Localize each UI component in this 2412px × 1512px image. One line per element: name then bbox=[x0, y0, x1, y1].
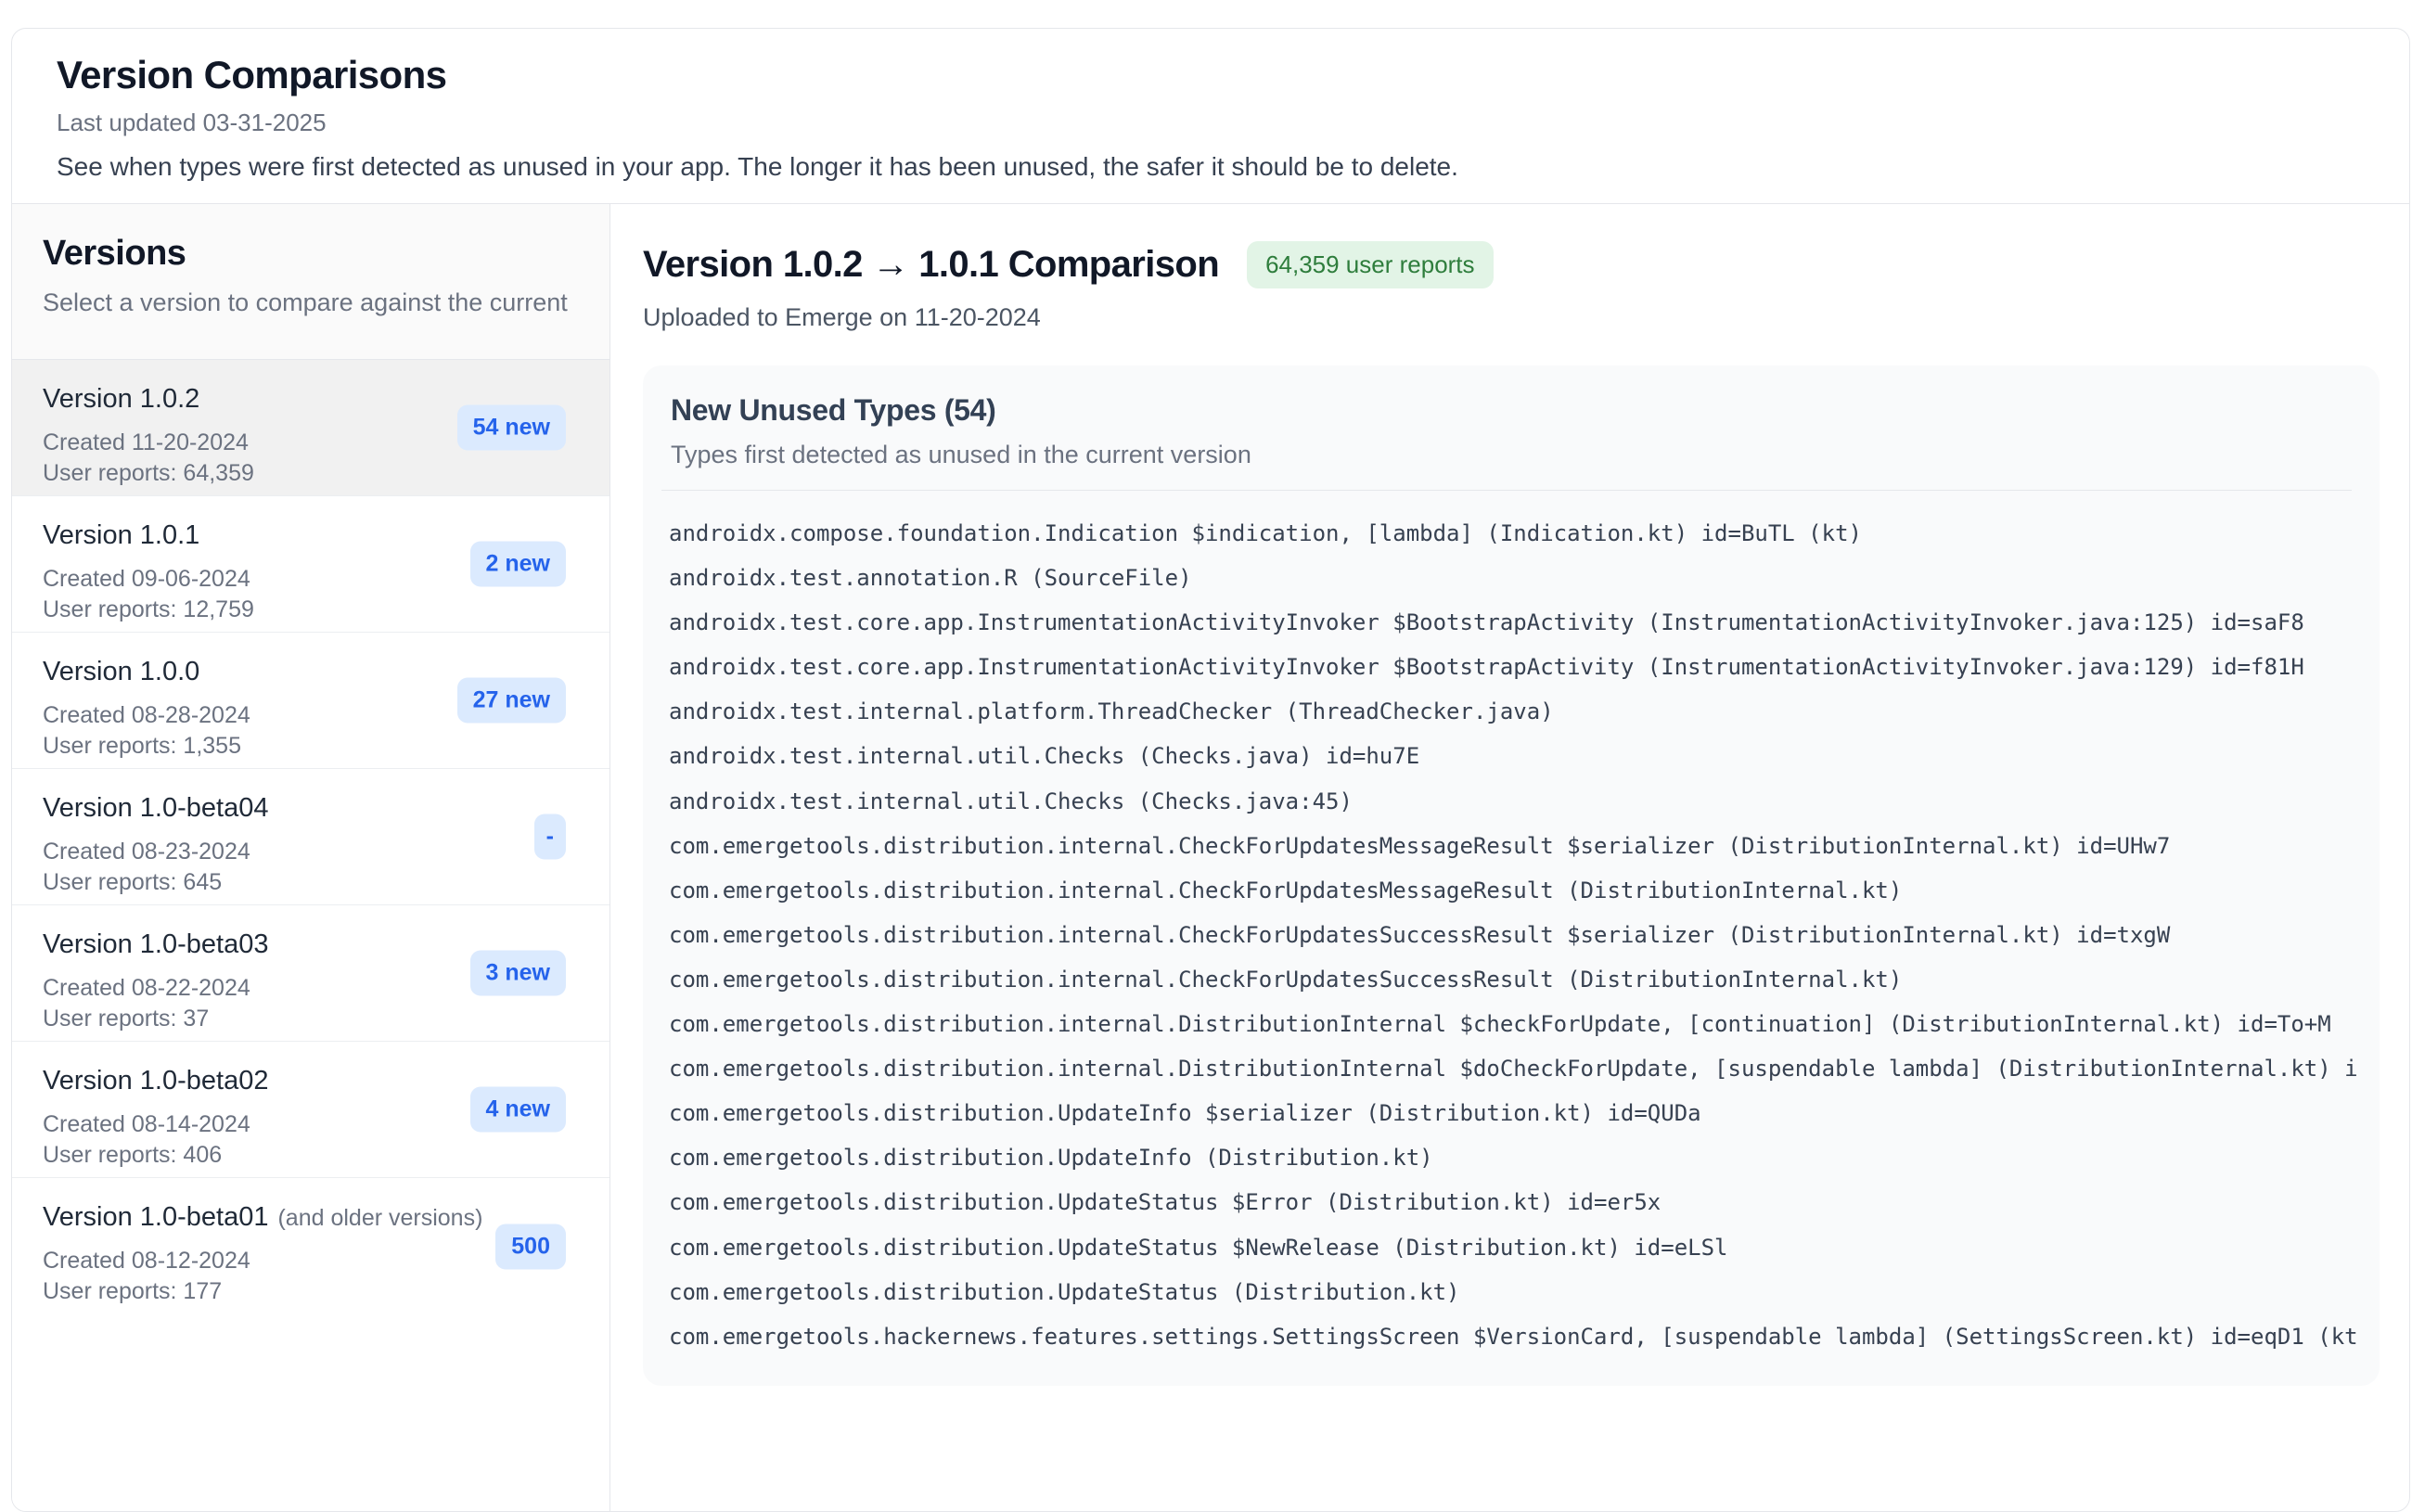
comparison-title: Version 1.0.2 → 1.0.1 Comparison bbox=[643, 244, 1219, 286]
page-description: See when types were first detected as un… bbox=[57, 152, 2365, 182]
unused-type-entry: com.emergetools.distribution.internal.Ch… bbox=[669, 868, 2380, 913]
versions-sidebar: Versions Select a version to compare aga… bbox=[12, 204, 610, 1511]
version-name-suffix: (and older versions) bbox=[277, 1205, 482, 1231]
unused-type-entry: androidx.test.core.app.InstrumentationAc… bbox=[669, 600, 2380, 645]
unused-type-entry: androidx.test.annotation.R (SourceFile) bbox=[669, 556, 2380, 600]
version-reports: User reports: 406 bbox=[43, 1140, 535, 1171]
version-created: Created 08-12-2024 bbox=[43, 1246, 535, 1276]
comparison-title-row: Version 1.0.2 → 1.0.1 Comparison 64,359 … bbox=[643, 241, 2380, 288]
new-count-badge: 54 new bbox=[457, 405, 566, 451]
version-reports: User reports: 645 bbox=[43, 867, 535, 898]
new-count-badge: 4 new bbox=[470, 1087, 566, 1133]
card-subtitle: Types first detected as unused in the cu… bbox=[671, 441, 2352, 469]
version-name: Version 1.0.2 bbox=[43, 384, 199, 414]
version-item-title: Version 1.0-beta03 bbox=[43, 929, 535, 960]
page-title: Version Comparisons bbox=[57, 53, 2365, 97]
version-created: Created 09-06-2024 bbox=[43, 564, 535, 595]
version-created: Created 08-22-2024 bbox=[43, 973, 535, 1004]
unused-type-entry: com.emergetools.distribution.internal.Ch… bbox=[669, 824, 2380, 868]
version-comparisons-panel: Version Comparisons Last updated 03-31-2… bbox=[11, 28, 2410, 1512]
sidebar-title: Versions bbox=[43, 234, 576, 274]
unused-type-entry: com.emergetools.distribution.internal.Ch… bbox=[669, 957, 2380, 1002]
unused-types-list: androidx.compose.foundation.Indication $… bbox=[643, 491, 2380, 1359]
unused-type-entry: com.emergetools.distribution.UpdateStatu… bbox=[669, 1180, 2380, 1224]
unused-type-entry: com.emergetools.distribution.internal.Di… bbox=[669, 1046, 2380, 1091]
version-list: Version 1.0.2 Created 11-20-2024 User re… bbox=[12, 360, 609, 1314]
version-item-title: Version 1.0-beta04 bbox=[43, 793, 535, 824]
unused-type-entry: com.emergetools.distribution.UpdateInfo … bbox=[669, 1091, 2380, 1135]
version-name: Version 1.0-beta02 bbox=[43, 1066, 268, 1096]
version-name: Version 1.0-beta01 bbox=[43, 1202, 268, 1232]
version-item-title: Version 1.0-beta01 (and older versions) bbox=[43, 1202, 535, 1233]
new-count-badge: 3 new bbox=[470, 951, 566, 996]
unused-type-entry: androidx.compose.foundation.Indication $… bbox=[669, 511, 2380, 556]
version-list-item[interactable]: Version 1.0.0 Created 08-28-2024 User re… bbox=[12, 633, 609, 769]
page-header: Version Comparisons Last updated 03-31-2… bbox=[12, 29, 2409, 204]
version-reports: User reports: 64,359 bbox=[43, 458, 535, 489]
new-count-badge: 2 new bbox=[470, 542, 566, 587]
unused-type-entry: androidx.test.internal.platform.ThreadCh… bbox=[669, 689, 2380, 734]
version-reports: User reports: 37 bbox=[43, 1004, 535, 1034]
version-item-title: Version 1.0.1 bbox=[43, 520, 535, 551]
unused-type-entry: androidx.test.core.app.InstrumentationAc… bbox=[669, 645, 2380, 689]
version-name: Version 1.0-beta04 bbox=[43, 793, 268, 823]
body-split: Versions Select a version to compare aga… bbox=[12, 204, 2409, 1511]
unused-type-entry: androidx.test.internal.util.Checks (Chec… bbox=[669, 779, 2380, 824]
version-name: Version 1.0.0 bbox=[43, 657, 199, 686]
version-reports: User reports: 177 bbox=[43, 1276, 535, 1307]
unused-type-entry: androidx.test.internal.util.Checks (Chec… bbox=[669, 734, 2380, 778]
version-created: Created 08-23-2024 bbox=[43, 837, 535, 867]
version-list-item[interactable]: Version 1.0-beta03 Created 08-22-2024 Us… bbox=[12, 905, 609, 1042]
comparison-panel: Version 1.0.2 → 1.0.1 Comparison 64,359 … bbox=[610, 204, 2409, 1511]
version-list-item[interactable]: Version 1.0.1 Created 09-06-2024 User re… bbox=[12, 496, 609, 633]
unused-type-entry: com.emergetools.distribution.UpdateStatu… bbox=[669, 1225, 2380, 1270]
version-list-item[interactable]: Version 1.0-beta04 Created 08-23-2024 Us… bbox=[12, 769, 609, 905]
unused-type-entry: com.emergetools.hackernews.features.sett… bbox=[669, 1314, 2380, 1359]
version-reports: User reports: 12,759 bbox=[43, 595, 535, 625]
version-name: Version 1.0-beta03 bbox=[43, 929, 268, 959]
version-list-item[interactable]: Version 1.0-beta01 (and older versions) C… bbox=[12, 1178, 609, 1314]
card-header: New Unused Types (54) Types first detect… bbox=[643, 365, 2380, 490]
version-created: Created 08-14-2024 bbox=[43, 1109, 535, 1140]
unused-type-entry: com.emergetools.distribution.UpdateInfo … bbox=[669, 1135, 2380, 1180]
version-list-item[interactable]: Version 1.0.2 Created 11-20-2024 User re… bbox=[12, 360, 609, 496]
version-list-item[interactable]: Version 1.0-beta02 Created 08-14-2024 Us… bbox=[12, 1042, 609, 1178]
unused-type-entry: com.emergetools.distribution.UpdateStatu… bbox=[669, 1270, 2380, 1314]
new-count-badge: 27 new bbox=[457, 678, 566, 724]
versions-sidebar-header: Versions Select a version to compare aga… bbox=[12, 204, 609, 360]
user-reports-badge: 64,359 user reports bbox=[1247, 241, 1493, 288]
new-count-badge: - bbox=[534, 814, 566, 860]
new-count-badge: 500 bbox=[495, 1224, 566, 1269]
new-unused-types-card: New Unused Types (54) Types first detect… bbox=[643, 365, 2380, 1386]
sidebar-subtitle: Select a version to compare against the … bbox=[43, 288, 576, 317]
uploaded-text: Uploaded to Emerge on 11-20-2024 bbox=[643, 303, 2380, 332]
version-name: Version 1.0.1 bbox=[43, 520, 199, 550]
unused-type-entry: com.emergetools.distribution.internal.Ch… bbox=[669, 913, 2380, 957]
last-updated-text: Last updated 03-31-2025 bbox=[57, 109, 2365, 137]
unused-type-entry: com.emergetools.distribution.internal.Di… bbox=[669, 1002, 2380, 1046]
version-item-title: Version 1.0-beta02 bbox=[43, 1066, 535, 1096]
card-title: New Unused Types (54) bbox=[671, 393, 2352, 428]
version-reports: User reports: 1,355 bbox=[43, 731, 535, 762]
